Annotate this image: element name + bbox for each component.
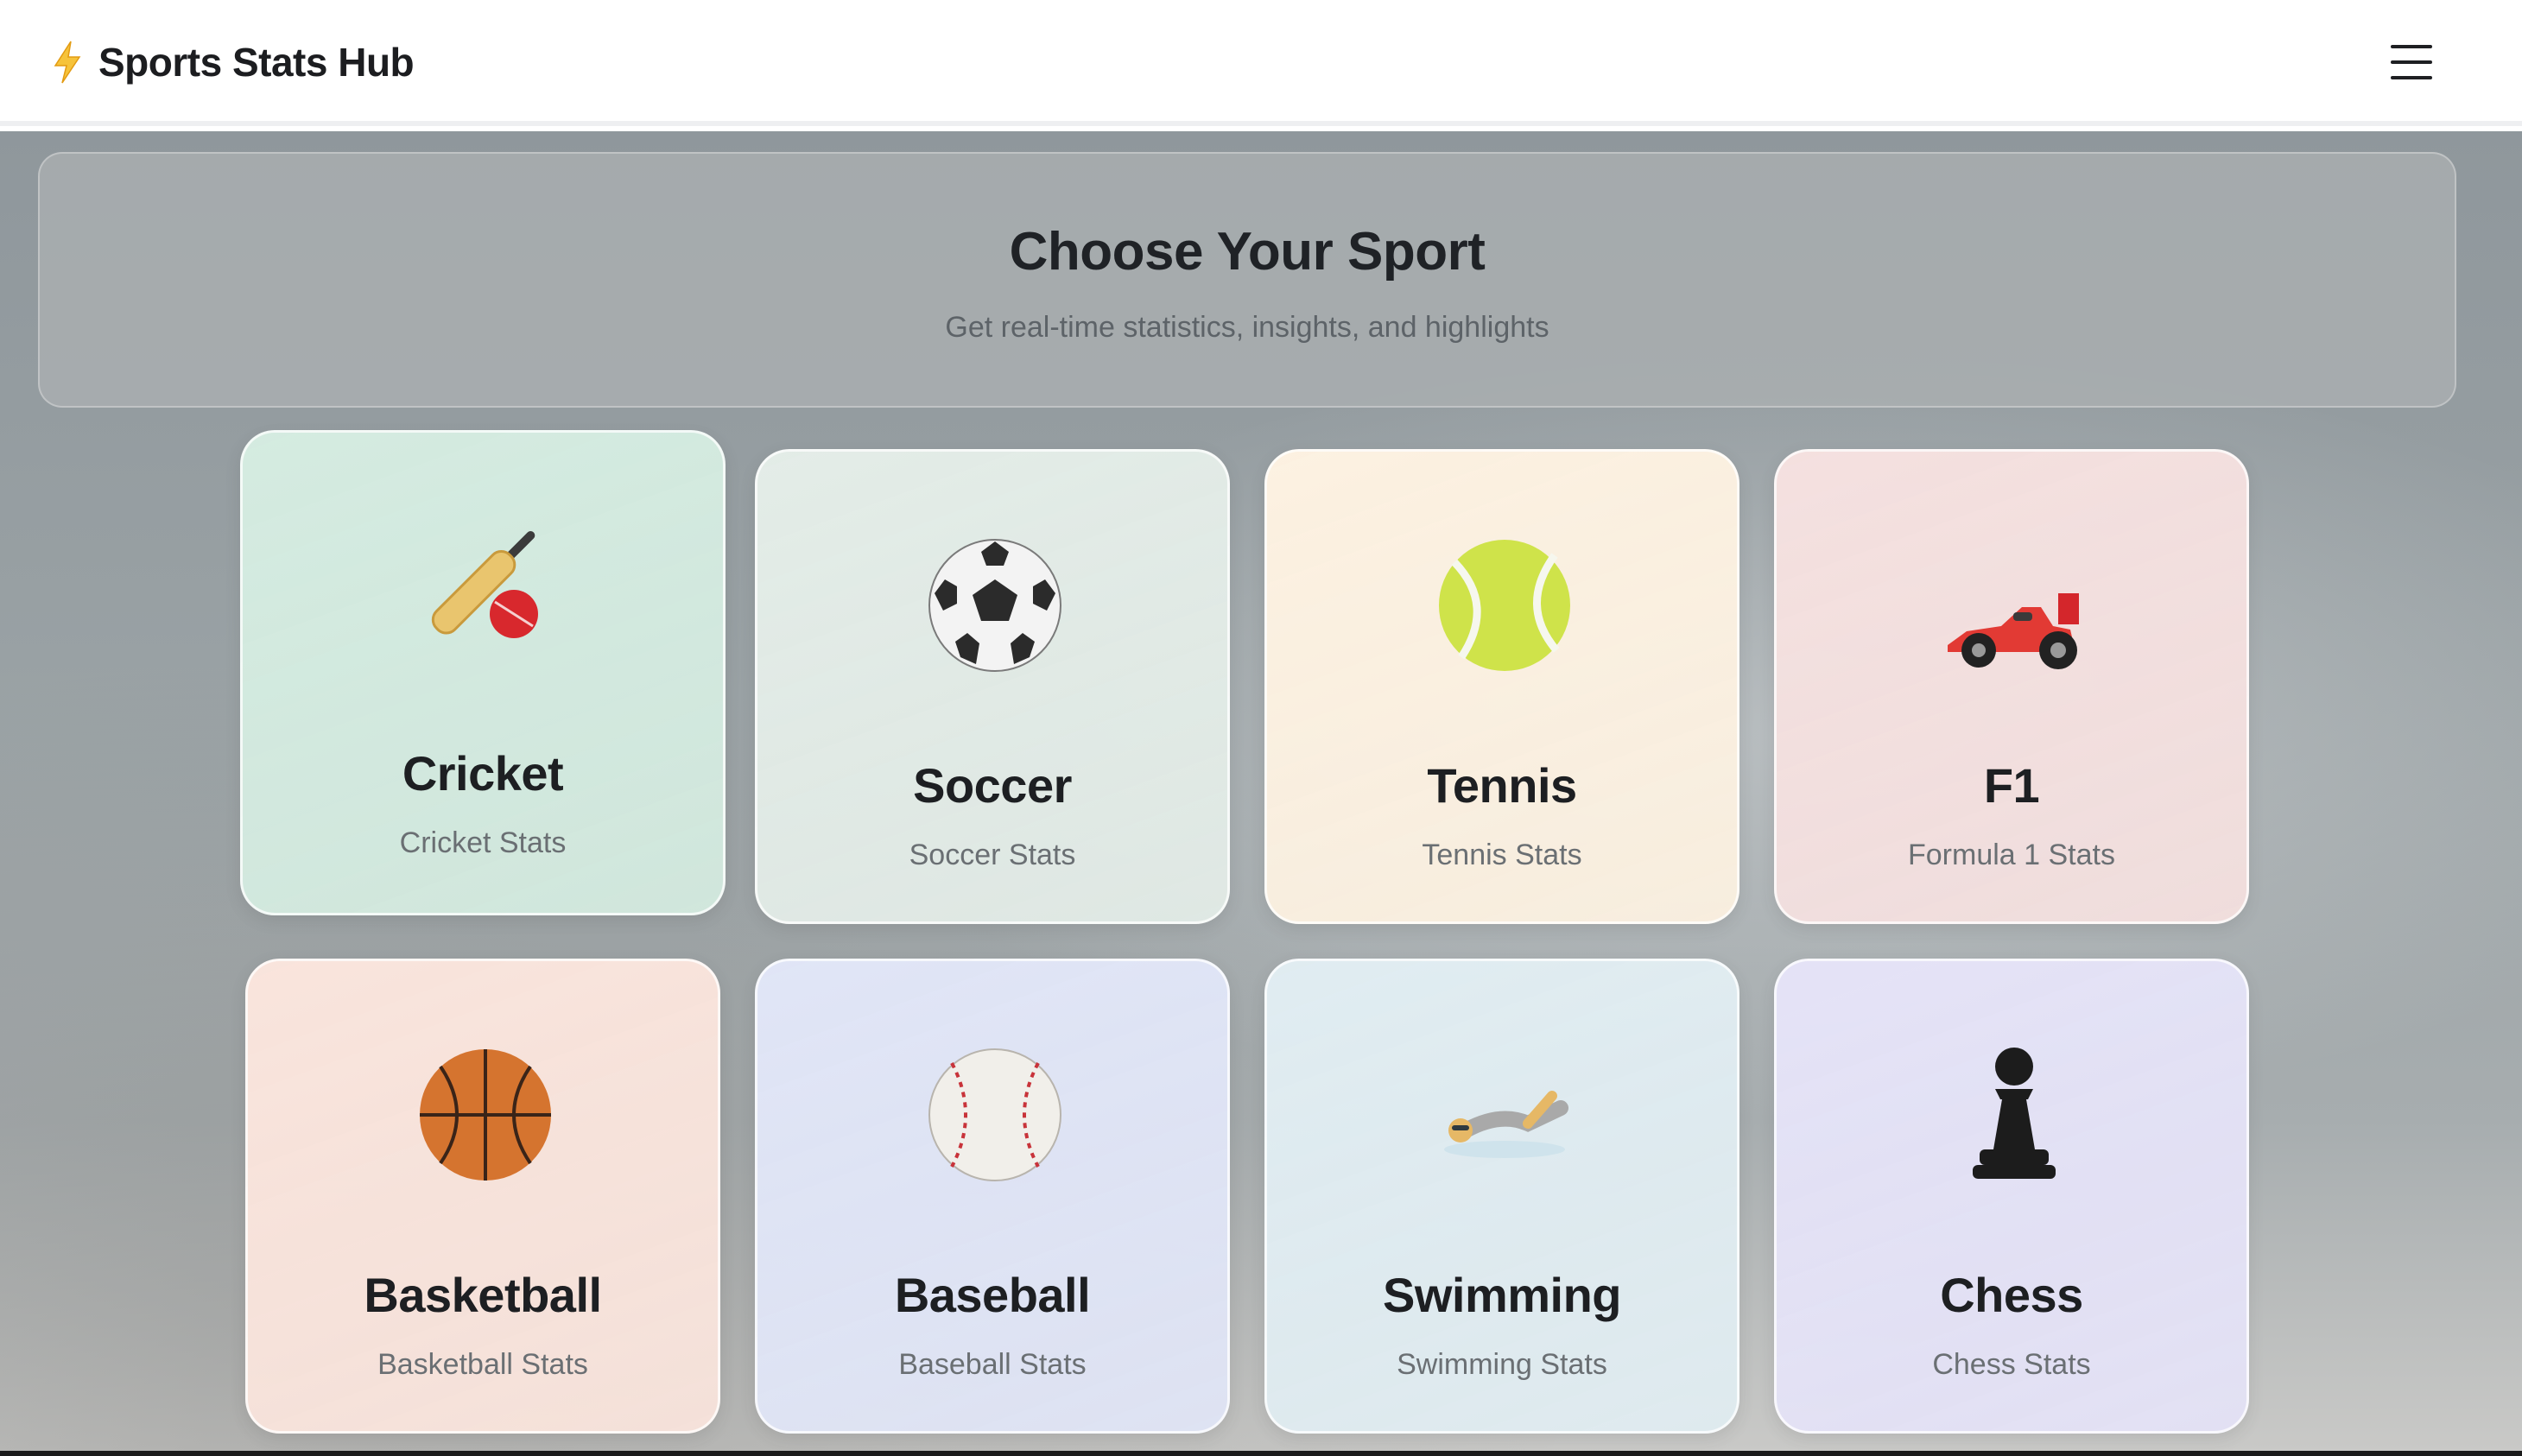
- page-title: Choose Your Sport: [1009, 222, 1486, 282]
- basketball-icon: [420, 1049, 551, 1181]
- card-subtitle: Cricket Stats: [399, 826, 567, 859]
- lightning-bolt-icon: [54, 41, 81, 84]
- card-title: Cricket: [402, 746, 564, 801]
- tennis-ball-icon: [1439, 540, 1570, 671]
- card-subtitle: Basketball Stats: [377, 1348, 588, 1381]
- card-subtitle: Soccer Stats: [909, 839, 1076, 871]
- soccer-ball-icon: [928, 539, 1061, 672]
- bottom-edge: [0, 1451, 2522, 1456]
- chess-pawn-icon: [1973, 1048, 2056, 1179]
- card-subtitle: Tennis Stats: [1422, 839, 1582, 871]
- sport-card-tennis[interactable]: Tennis Tennis Stats: [1264, 449, 1739, 924]
- sport-card-f1[interactable]: F1 Formula 1 Stats: [1774, 449, 2249, 924]
- sport-card-swimming[interactable]: Swimming Swimming Stats: [1264, 959, 1739, 1434]
- top-navbar: Sports Stats Hub: [0, 0, 2522, 126]
- sport-card-basketball[interactable]: Basketball Basketball Stats: [245, 959, 720, 1434]
- brand-logo[interactable]: Sports Stats Hub: [50, 35, 415, 90]
- card-title: F1: [1983, 758, 2040, 813]
- card-title: Soccer: [913, 758, 1072, 813]
- swimmer-icon: [1444, 1091, 1568, 1158]
- baseball-icon: [928, 1048, 1061, 1181]
- sport-card-soccer[interactable]: Soccer Soccer Stats: [755, 449, 1230, 924]
- card-title: Swimming: [1382, 1268, 1622, 1322]
- card-title: Basketball: [364, 1268, 602, 1322]
- card-title: Tennis: [1427, 758, 1577, 813]
- card-subtitle: Baseball Stats: [898, 1348, 1087, 1381]
- card-title: Chess: [1940, 1268, 2083, 1322]
- brand-name: Sports Stats Hub: [98, 40, 415, 85]
- card-subtitle: Formula 1 Stats: [1908, 839, 2115, 871]
- sport-card-chess[interactable]: Chess Chess Stats: [1774, 959, 2249, 1434]
- card-subtitle: Chess Stats: [1932, 1348, 2091, 1381]
- racing-car-icon: [1948, 593, 2079, 669]
- hamburger-menu-icon[interactable]: [2387, 38, 2436, 86]
- hero-banner: Choose Your Sport Get real-time statisti…: [38, 152, 2456, 408]
- sport-card-cricket[interactable]: Cricket Cricket Stats: [240, 430, 726, 915]
- card-title: Baseball: [894, 1268, 1091, 1322]
- sport-card-baseball[interactable]: Baseball Baseball Stats: [755, 959, 1230, 1434]
- cricket-bat-ball-icon: [431, 531, 538, 638]
- page-subtitle: Get real-time statistics, insights, and …: [945, 311, 1549, 344]
- card-subtitle: Swimming Stats: [1397, 1348, 1607, 1381]
